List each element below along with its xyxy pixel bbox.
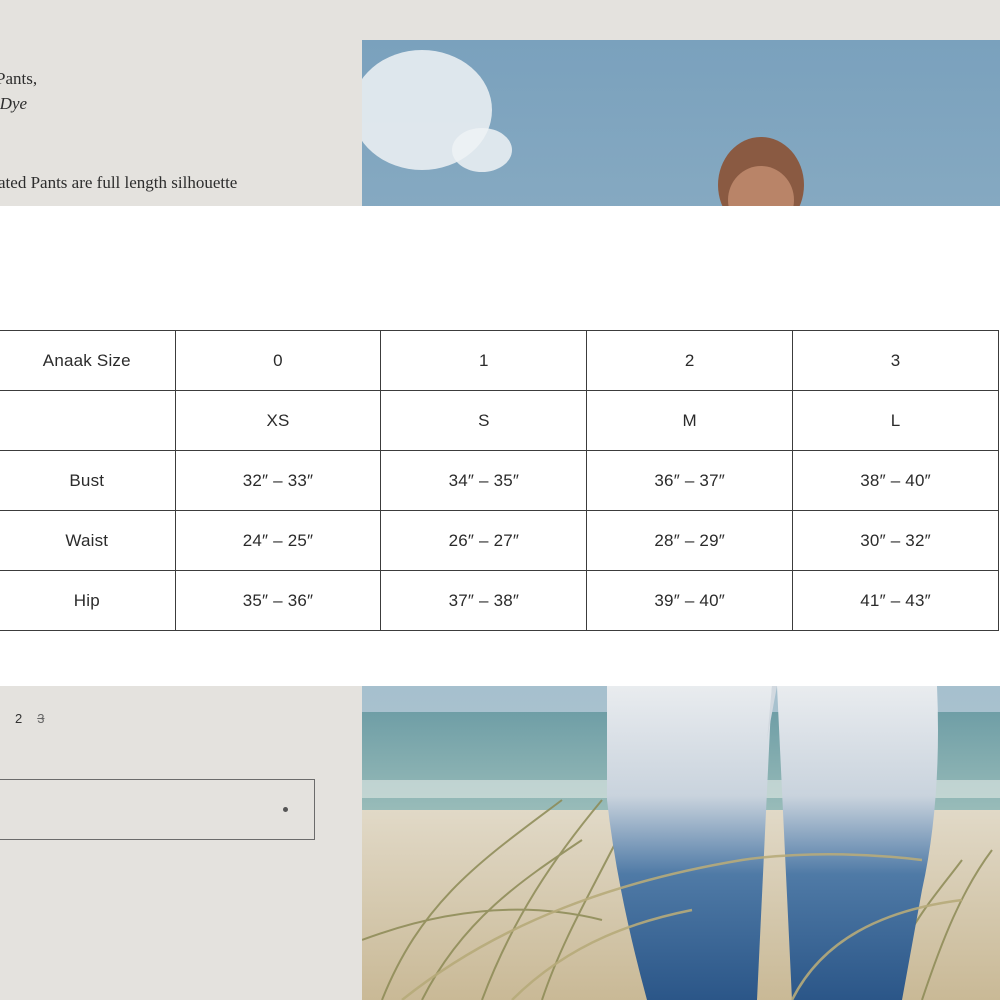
product-description-line1: ated Pants are full length silhouette [0,173,238,192]
size-chart-cell: S [380,390,588,451]
size-chart-cell: 37″ – 38″ [380,570,588,631]
product-page: Pants, -Dye ated Pants are full length s… [0,0,1000,1000]
size-chart-header-label: Anaak Size [0,330,176,391]
size-chart-row-hip: Hip 35″ – 36″ 37″ – 38″ 39″ – 40″ 41″ – … [0,570,999,631]
size-chart-cell: 28″ – 29″ [586,510,794,571]
size-chart-cell: XS [174,390,382,451]
size-chart-cell: 38″ – 40″ [792,450,999,511]
size-chart-cell: L [792,390,999,451]
size-chart-row-bust: Bust 32″ – 33″ 34″ – 35″ 36″ – 37″ 38″ –… [0,450,999,511]
size-chart-cell: 41″ – 43″ [792,570,999,631]
product-title: Pants, -Dye [0,66,37,116]
product-title-line1: Pants, [0,69,38,88]
size-chart-header-cell: 2 [586,330,794,391]
size-chart-cell: 35″ – 36″ [174,570,382,631]
size-chart-row-label [0,390,176,451]
size-option-2[interactable]: 2 [15,711,22,726]
size-chart-row-label: Waist [0,510,176,571]
size-chart-row-label: Bust [0,450,176,511]
size-chart-cell: 36″ – 37″ [586,450,794,511]
size-chart-cell: 24″ – 25″ [174,510,382,571]
size-chart-modal: Anaak Size 0 1 2 3 XS S M L Bust 32″ – 3… [0,206,1000,686]
size-chart-row-label: Hip [0,570,176,631]
product-description: ated Pants are full length silhouette [0,172,328,194]
size-select[interactable] [0,779,315,840]
size-chart-header-cell: 0 [174,330,382,391]
product-title-variant: -Dye [0,94,28,113]
size-chart-cell: 34″ – 35″ [380,450,588,511]
size-chart-cell: 26″ – 27″ [380,510,588,571]
size-option-3-sold-out[interactable]: 3 [37,711,44,726]
size-chart-row-letter: XS S M L [0,390,999,451]
size-chart-cell: 32″ – 33″ [174,450,382,511]
size-chart-cell: 39″ – 40″ [586,570,794,631]
size-chart-row-waist: Waist 24″ – 25″ 26″ – 27″ 28″ – 29″ 30″ … [0,510,999,571]
size-chart-header-cell: 1 [380,330,588,391]
size-chart-header-row: Anaak Size 0 1 2 3 [0,330,999,391]
size-chart-cell: M [586,390,794,451]
size-chart-cell: 30″ – 32″ [792,510,999,571]
chevron-down-icon [283,807,288,812]
size-chart-header-cell: 3 [792,330,999,391]
size-options: 2 3 [15,711,44,726]
size-chart-table: Anaak Size 0 1 2 3 XS S M L Bust 32″ – 3… [0,330,999,631]
